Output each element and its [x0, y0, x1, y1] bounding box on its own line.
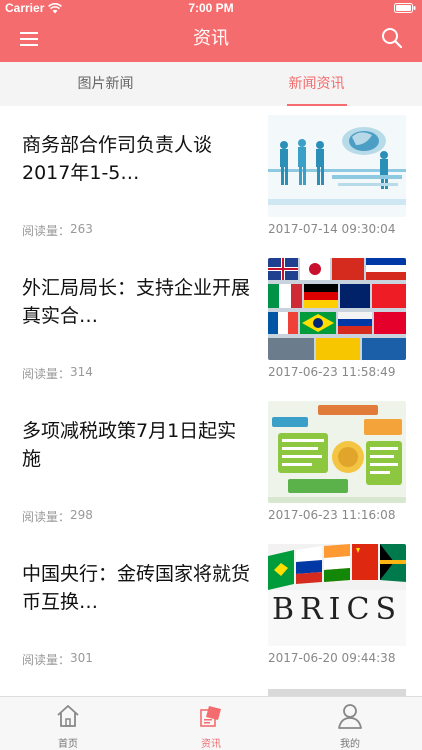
news-title: 中国央行：金砖国家将就货币互换… — [22, 563, 250, 613]
status-time: 7:00 PM — [188, 1, 234, 15]
news-title: 外汇局局长：支持企业开展真实合… — [22, 277, 250, 327]
view-count: 阅读量： 314 — [22, 365, 93, 382]
view-count: 阅读量： 263 — [22, 222, 93, 239]
view-count-label: 阅读量： — [22, 653, 71, 667]
publish-date: 2017-06-20 09:44:38 — [268, 651, 396, 665]
world-flags-image — [268, 258, 406, 360]
news-item[interactable]: 中国央行：金砖国家将就货币互换… 阅读量： 301 BRICS 2017-06-… — [0, 535, 422, 678]
view-count-label: 阅读量： — [22, 224, 71, 238]
view-count-label: 阅读量： — [22, 510, 71, 524]
tabbar-label: 我的 — [340, 739, 360, 750]
header: Carrier 7:00 PM 资讯 — [0, 0, 422, 62]
tabbar-item-home[interactable]: 首页 — [28, 697, 108, 750]
business-people-globe-image — [268, 115, 406, 217]
home-icon — [57, 705, 79, 727]
tabbar-item-profile[interactable]: 我的 — [310, 697, 390, 750]
brics-logo-text: BRICS — [272, 592, 402, 627]
person-icon — [338, 704, 362, 729]
bottom-tab-bar: 首页 资讯 我的 — [0, 696, 422, 750]
view-count-label: 阅读量： — [22, 367, 71, 381]
tabbar-item-news[interactable]: 资讯 — [171, 697, 251, 750]
tab-picture-news[interactable]: 图片新闻 — [0, 62, 211, 106]
search-icon[interactable] — [380, 26, 404, 50]
tax-infographic-image — [268, 401, 406, 503]
status-bar: Carrier 7:00 PM — [0, 0, 422, 16]
news-title: 商务部合作司负责人谈2017年1-5… — [22, 134, 213, 184]
next-item-thumbnail — [268, 689, 406, 696]
view-count-value: 314 — [70, 365, 93, 379]
tabbar-label: 资讯 — [201, 739, 221, 750]
page-title: 资讯 — [193, 28, 229, 49]
brics-flags-image: BRICS — [268, 544, 406, 646]
screen: Carrier 7:00 PM 资讯 图片新闻 新闻资讯 商务部合作司负责人谈2… — [0, 0, 422, 750]
tab-label: 新闻资讯 — [286, 62, 347, 106]
view-count: 阅读量： 301 — [22, 651, 93, 668]
view-count-value: 301 — [70, 651, 93, 665]
view-count: 阅读量： 298 — [22, 508, 93, 525]
news-list: 商务部合作司负责人谈2017年1-5… 阅读量： 263 2017-07-14 … — [0, 106, 422, 696]
tab-label: 图片新闻 — [77, 76, 134, 92]
publish-date: 2017-06-23 11:16:08 — [268, 508, 396, 522]
view-count-value: 298 — [70, 508, 93, 522]
publish-date: 2017-06-23 11:58:49 — [268, 365, 396, 379]
tab-news-info[interactable]: 新闻资讯 — [211, 62, 422, 106]
news-item[interactable]: 多项减税政策7月1日起实施 阅读量： 298 2017-06-23 11:16:… — [0, 392, 422, 535]
news-icon — [200, 706, 221, 727]
segment-tabs: 图片新闻 新闻资讯 — [0, 62, 422, 106]
view-count-value: 263 — [70, 222, 93, 236]
battery-icon — [394, 3, 416, 13]
news-item[interactable]: 商务部合作司负责人谈2017年1-5… 阅读量： 263 2017-07-14 … — [0, 106, 422, 249]
publish-date: 2017-07-14 09:30:04 — [268, 222, 396, 236]
tabbar-label: 首页 — [58, 739, 78, 750]
news-title: 多项减税政策7月1日起实施 — [22, 420, 237, 470]
news-item[interactable]: 外汇局局长：支持企业开展真实合… 阅读量： 314 2017-06-23 11:… — [0, 249, 422, 392]
